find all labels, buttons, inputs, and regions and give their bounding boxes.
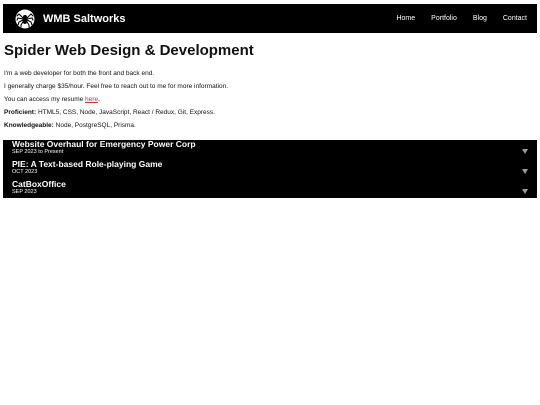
project-item-website-overhaul[interactable]: Website Overhaul for Emergency Power Cor… (3, 140, 537, 156)
rate-text: I generally charge $35/hour. Feel free t… (4, 83, 229, 90)
projects-list: Website Overhaul for Emergency Power Cor… (3, 140, 537, 198)
knowledgeable-text: Knowledgeable: Node, PostgreSQL, Prisma. (4, 122, 536, 130)
knowledgeable-value: Node, PostgreSQL, Prisma. (53, 122, 136, 129)
page-title: Spider Web Design & Development (4, 42, 254, 59)
nav-portfolio[interactable]: Portfolio (431, 15, 457, 22)
project-title: PIE: A Text-based Role-playing Game (12, 159, 163, 169)
main-content: Spider Web Design & Development I'm a we… (4, 42, 536, 135)
project-item-pie[interactable]: PIE: A Text-based Role-playing Game OCT … (3, 160, 537, 176)
navbar: WMB Saltworks Home Portfolio Blog Contac… (3, 4, 537, 33)
spider-logo-icon (15, 9, 35, 28)
caret-down-icon[interactable] (522, 149, 528, 154)
caret-down-icon[interactable] (522, 169, 528, 174)
proficient-text: Proficient: HTML5, CSS, Node, JavaScript… (4, 109, 536, 117)
project-date: SEP 2023 (12, 189, 37, 195)
nav-blog[interactable]: Blog (473, 15, 487, 22)
nav-links: Home Portfolio Blog Contact (396, 15, 527, 22)
resume-link[interactable]: here (85, 96, 98, 103)
resume-suffix: . (98, 96, 100, 103)
knowledgeable-label: Knowledgeable: (4, 122, 54, 129)
intro-text: I'm a web developer for both the front a… (4, 70, 155, 77)
brand[interactable]: WMB Saltworks (15, 9, 126, 29)
project-title: Website Overhaul for Emergency Power Cor… (12, 139, 196, 149)
project-item-catboxoffice[interactable]: CatBoxOffice SEP 2023 (3, 180, 537, 198)
proficient-value: HTML5, CSS, Node, JavaScript, React / Re… (36, 109, 215, 116)
brand-name: WMB Saltworks (43, 12, 126, 25)
resume-prefix: You can access my resume (4, 96, 86, 103)
proficient-label: Proficient: (4, 109, 37, 116)
project-date: SEP 2023 to Present (12, 149, 64, 155)
caret-down-icon[interactable] (522, 189, 528, 194)
nav-contact[interactable]: Contact (503, 15, 527, 22)
page: WMB Saltworks Home Portfolio Blog Contac… (0, 0, 540, 405)
project-date: OCT 2023 (12, 169, 38, 175)
nav-home[interactable]: Home (396, 15, 415, 22)
resume-text: You can access my resume here. (4, 96, 536, 104)
project-title: CatBoxOffice (12, 179, 66, 189)
